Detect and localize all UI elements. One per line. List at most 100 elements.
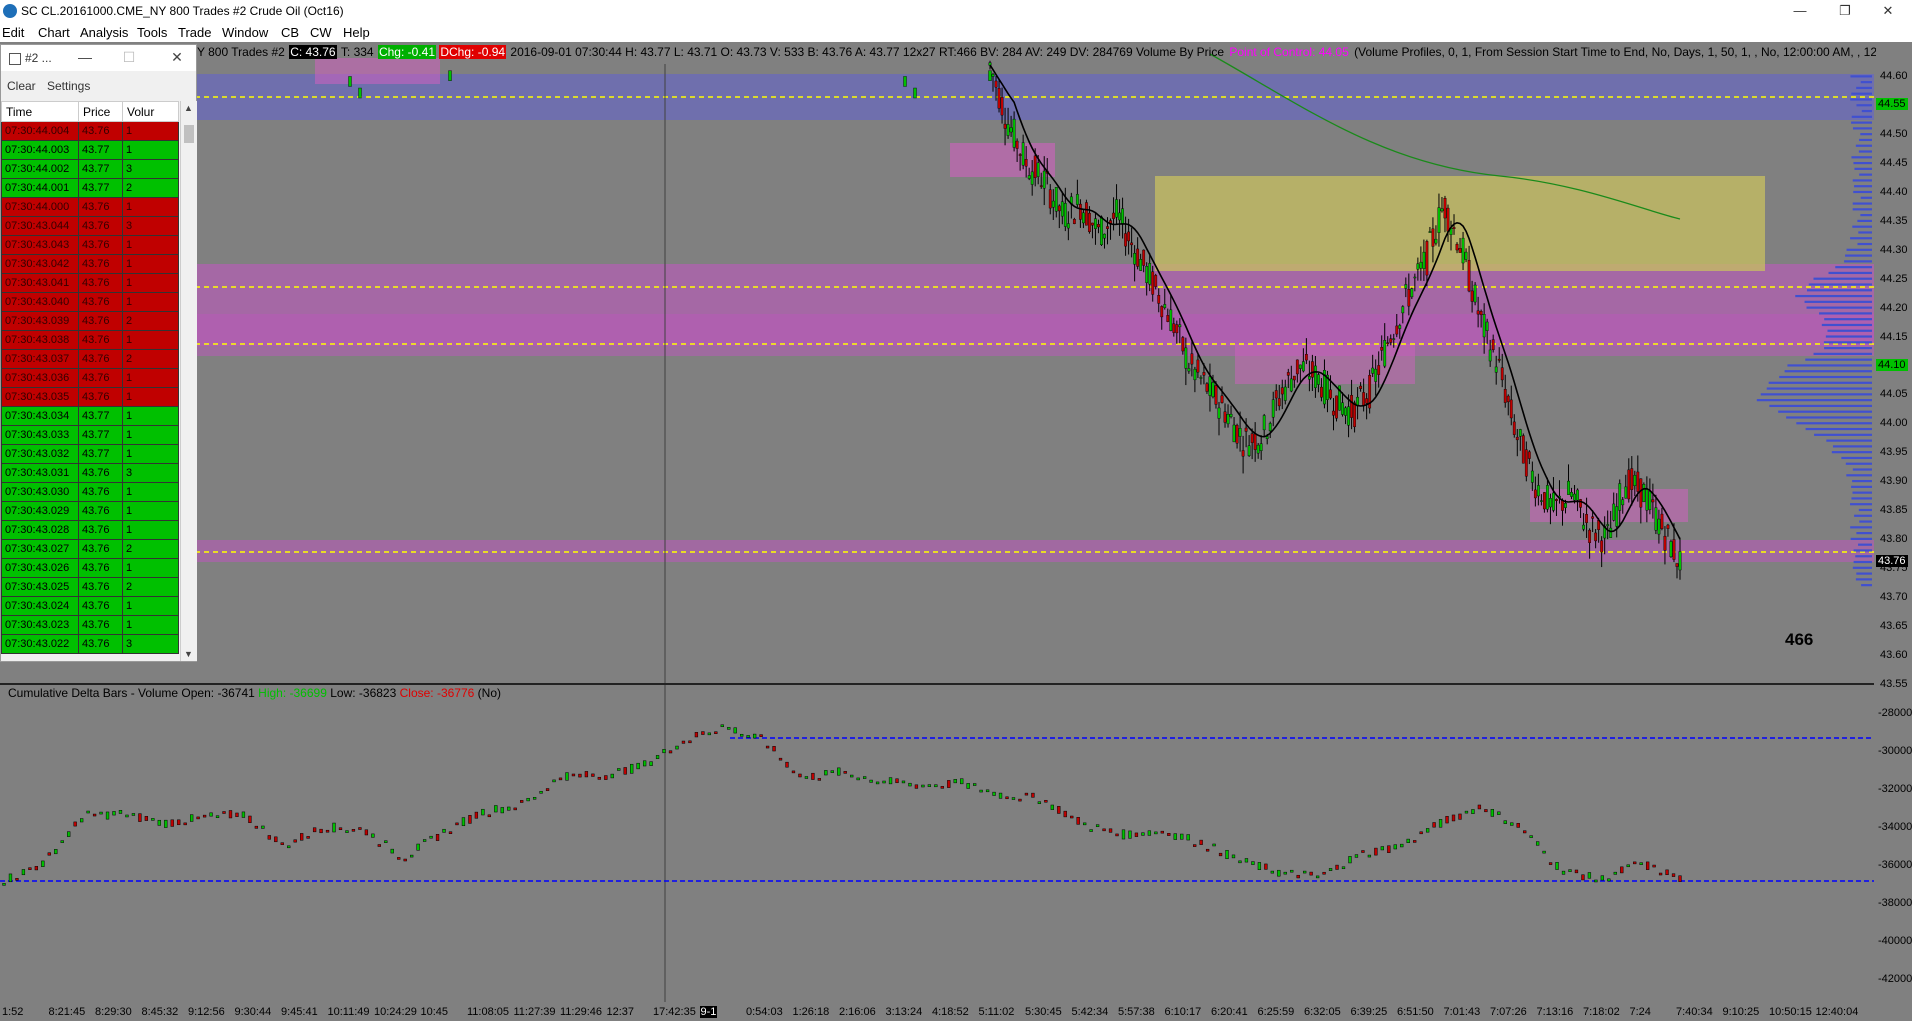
- price-axis[interactable]: 44.60 44.55 44.50 44.45 44.40 44.35 44.30 44.25…: [1874, 44, 1912, 690]
- profile-bar: [1856, 532, 1872, 535]
- candle-body: [1479, 311, 1483, 316]
- delta-bar: [1361, 850, 1365, 853]
- scroll-down-icon[interactable]: ▼: [184, 649, 193, 659]
- scroll-up-icon[interactable]: ▲: [184, 103, 193, 113]
- cell-price: 43.76: [78, 482, 123, 502]
- candle-body: [1295, 359, 1299, 375]
- candle-body: [1106, 226, 1109, 229]
- profile-bar: [1756, 399, 1872, 402]
- table-row[interactable]: 07:30:43.022 43.76 3: [1, 634, 179, 654]
- table-row[interactable]: 07:30:43.028 43.76 1: [1, 520, 179, 540]
- price-chart[interactable]: [0, 44, 1874, 1002]
- table-row[interactable]: 07:30:43.039 43.76 2: [1, 311, 179, 331]
- poc-label: Point of Control: 44.05: [1229, 45, 1349, 59]
- minimize-icon[interactable]: —: [73, 49, 97, 65]
- table-row[interactable]: 07:30:43.024 43.76 1: [1, 596, 179, 616]
- menu-edit[interactable]: Edit: [2, 25, 24, 40]
- close-button[interactable]: ✕: [1868, 2, 1908, 20]
- vertical-scrollbar[interactable]: ▲ ▼: [180, 101, 197, 661]
- change-badge: Chg: -0.41: [377, 45, 436, 59]
- table-row[interactable]: 07:30:43.027 43.76 2: [1, 539, 179, 559]
- delta-bar: [1121, 829, 1126, 840]
- candle-body: [1314, 365, 1317, 388]
- table-row[interactable]: 07:30:43.042 43.76 1: [1, 254, 179, 274]
- menu-chart[interactable]: Chart: [38, 25, 70, 40]
- menu-help[interactable]: Help: [343, 25, 370, 40]
- menu-cb[interactable]: CB: [281, 25, 299, 40]
- delta-bar: [170, 819, 174, 827]
- table-row[interactable]: 07:30:43.037 43.76 2: [1, 349, 179, 369]
- menu-tools[interactable]: Tools: [137, 25, 167, 40]
- close-icon[interactable]: ✕: [165, 49, 189, 66]
- panel-divider[interactable]: [0, 683, 1874, 685]
- candle-body: [1175, 324, 1179, 334]
- table-row[interactable]: 07:30:43.026 43.76 1: [1, 558, 179, 578]
- time-tick-label: 6:20:41: [1211, 1006, 1248, 1018]
- delta-bar: [1645, 861, 1650, 870]
- restore-button[interactable]: ❐: [1825, 2, 1865, 20]
- table-row[interactable]: 07:30:44.000 43.76 1: [1, 197, 179, 217]
- candle-body: [1386, 342, 1390, 344]
- table-row[interactable]: 07:30:43.029 43.76 1: [1, 501, 179, 521]
- table-row[interactable]: 07:30:43.030 43.76 1: [1, 482, 179, 502]
- candle-body: [1301, 361, 1305, 372]
- table-row[interactable]: 07:30:43.033 43.77 1: [1, 425, 179, 445]
- delta-tick-label: -28000: [1878, 707, 1912, 719]
- table-row[interactable]: 07:30:44.002 43.77 3: [1, 159, 179, 179]
- column-header-volume[interactable]: Volur: [122, 101, 179, 122]
- table-row[interactable]: 07:30:44.001 43.77 2: [1, 178, 179, 198]
- menu-analysis[interactable]: Analysis: [80, 25, 128, 40]
- time-tick-label: 5:11:02: [978, 1006, 1015, 1018]
- candle-body: [1500, 367, 1504, 381]
- settings-button[interactable]: Settings: [47, 79, 90, 93]
- table-row[interactable]: 07:30:43.031 43.76 3: [1, 463, 179, 483]
- candle-body: [358, 87, 362, 99]
- table-row[interactable]: 07:30:43.041 43.76 1: [1, 273, 179, 293]
- cell-time: 07:30:43.023: [1, 615, 79, 635]
- delta-bar: [811, 772, 815, 780]
- column-header-price[interactable]: Price: [78, 101, 123, 122]
- time-tick-label: 7:24: [1629, 1006, 1651, 1018]
- candle-body: [1220, 395, 1224, 403]
- clear-button[interactable]: Clear: [7, 79, 36, 93]
- table-row[interactable]: 07:30:43.025 43.76 2: [1, 577, 179, 597]
- scroll-thumb[interactable]: [184, 125, 194, 143]
- cell-volume: 1: [122, 558, 179, 578]
- cell-time: 07:30:44.002: [1, 159, 79, 179]
- minimize-button[interactable]: —: [1780, 2, 1820, 20]
- candle-body: [1636, 471, 1640, 492]
- profile-bar: [1806, 306, 1872, 309]
- delta-axis[interactable]: -28000 -30000 -32000 -34000 -36000 -38000 -400…: [1874, 700, 1912, 1000]
- table-row[interactable]: 07:30:43.035 43.76 1: [1, 387, 179, 407]
- table-row[interactable]: 07:30:43.043 43.76 1: [1, 235, 179, 255]
- menu-cw[interactable]: CW: [310, 25, 332, 40]
- time-sales-titlebar[interactable]: #2 ... — ☐ ✕: [1, 45, 196, 71]
- cell-volume: 1: [122, 368, 179, 388]
- maximize-icon[interactable]: ☐: [117, 49, 141, 66]
- delta-bar: [1070, 815, 1074, 819]
- menu-trade[interactable]: Trade: [178, 25, 211, 40]
- table-row[interactable]: 07:30:43.038 43.76 1: [1, 330, 179, 350]
- time-axis[interactable]: 1:52 8:21:45 8:29:30 8:45:32 9:12:56 9:30:44 9…: [0, 1002, 1912, 1021]
- delta-bar: [765, 745, 770, 749]
- candle-body: [1410, 288, 1414, 298]
- table-row[interactable]: 07:30:43.034 43.77 1: [1, 406, 179, 426]
- delta-bar: [804, 776, 809, 779]
- delta-bar: [1018, 798, 1022, 802]
- candle-body: [1612, 503, 1616, 521]
- column-header-time[interactable]: Time: [1, 101, 79, 122]
- time-and-sales-window[interactable]: #2 ... — ☐ ✕ Clear Settings Time Price V…: [0, 44, 197, 662]
- candle-body: [1546, 485, 1549, 510]
- table-row[interactable]: 07:30:43.044 43.76 3: [1, 216, 179, 236]
- menu-window[interactable]: Window: [222, 25, 268, 40]
- cell-volume: 2: [122, 349, 179, 369]
- table-row[interactable]: 07:30:43.040 43.76 1: [1, 292, 179, 312]
- table-row[interactable]: 07:30:43.023 43.76 1: [1, 615, 179, 635]
- candle-body: [1082, 212, 1085, 224]
- candle-body: [1407, 289, 1411, 307]
- table-row[interactable]: 07:30:43.036 43.76 1: [1, 368, 179, 388]
- delta-bar: [1445, 816, 1449, 824]
- table-row[interactable]: 07:30:43.032 43.77 1: [1, 444, 179, 464]
- table-row[interactable]: 07:30:44.004 43.76 1: [1, 121, 179, 141]
- table-row[interactable]: 07:30:44.003 43.77 1: [1, 140, 179, 160]
